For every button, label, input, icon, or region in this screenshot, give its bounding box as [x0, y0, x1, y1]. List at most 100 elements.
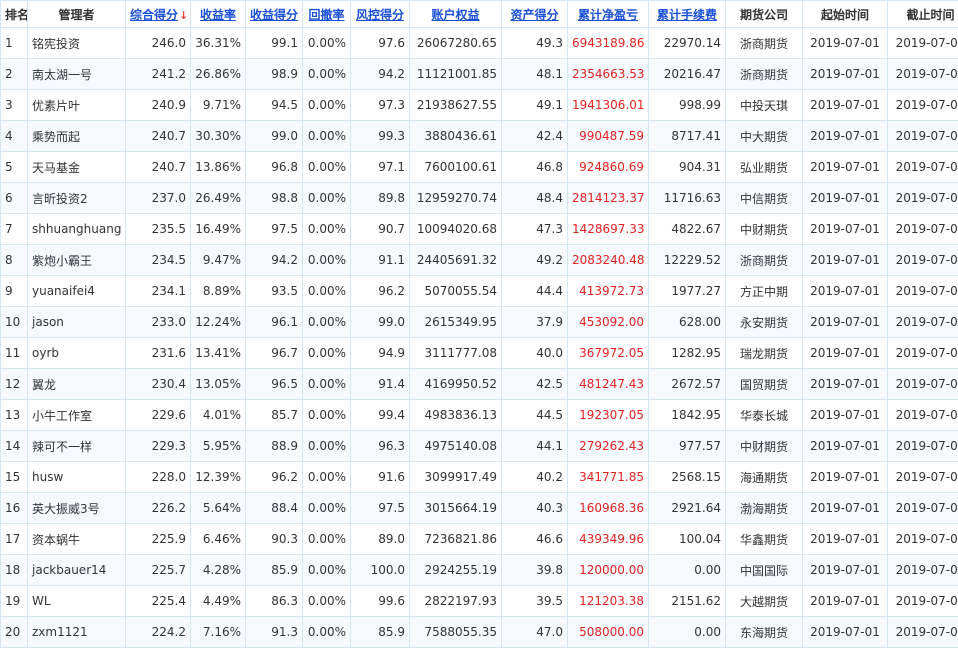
cell-total: 235.5	[125, 213, 191, 245]
table-row[interactable]: 18 jackbauer14 225.7 4.28% 85.9 0.00% 100.0 292…	[0, 554, 958, 586]
cell-fees: 8717.41	[648, 120, 726, 152]
cell-equity: 21938627.55	[409, 89, 502, 121]
table-row[interactable]: 2 南太湖一号 241.2 26.86% 98.9 0.00% 94.2 11121001.8…	[0, 58, 958, 90]
cell-risk_score: 89.0	[350, 523, 410, 555]
table-row[interactable]: 11 oyrb 231.6 13.41% 96.7 0.00% 94.9 3111777.08…	[0, 337, 958, 369]
cell-end: 2019-07-02	[887, 27, 958, 59]
cell-return_rate: 4.49%	[190, 585, 246, 617]
cell-return_score: 96.7	[245, 337, 303, 369]
cell-end: 2019-07-02	[887, 58, 958, 90]
cell-return_rate: 26.86%	[190, 58, 246, 90]
table-row[interactable]: 6 言昕投资2 237.0 26.49% 98.8 0.00% 89.8 12959270.7…	[0, 182, 958, 214]
table-header: 排名 管理者 综合得分↓ 收益率 收益得分 回撤率 风控得分 账户权益 资产得分 累计净盈亏 累计手…	[0, 0, 958, 28]
column-header-return_rate[interactable]: 收益率	[190, 0, 246, 28]
table-row[interactable]: 15 husw 228.0 12.39% 96.2 0.00% 91.6 3099917.49…	[0, 461, 958, 493]
table-row[interactable]: 8 紫炮小霸王 234.5 9.47% 94.2 0.00% 91.1 24405691.32…	[0, 244, 958, 276]
cell-equity: 2615349.95	[409, 306, 502, 338]
cell-fees: 628.00	[648, 306, 726, 338]
table-row[interactable]: 12 翼龙 230.4 13.05% 96.5 0.00% 91.4 4169950.52 42…	[0, 368, 958, 400]
cell-fees: 4822.67	[648, 213, 726, 245]
cell-rank: 5	[0, 151, 28, 183]
table-row[interactable]: 3 优素片叶 240.9 9.71% 94.5 0.00% 97.3 21938627.55 4…	[0, 89, 958, 121]
cell-manager: WL	[27, 585, 126, 617]
cell-end: 2019-07-02	[887, 523, 958, 555]
column-header-drawdown[interactable]: 回撤率	[302, 0, 351, 28]
table-row[interactable]: 20 zxm1121 224.2 7.16% 91.3 0.00% 85.9 7588055.…	[0, 616, 958, 648]
column-header-asset_score[interactable]: 资产得分	[501, 0, 568, 28]
cell-fees: 2151.62	[648, 585, 726, 617]
table-row[interactable]: 1 铭宪投资 246.0 36.31% 99.1 0.00% 97.6 26067280.65…	[0, 27, 958, 59]
column-header-label: 累计净盈亏	[577, 7, 638, 22]
cell-risk_score: 91.6	[350, 461, 410, 493]
cell-total: 240.9	[125, 89, 191, 121]
cell-rank: 9	[0, 275, 28, 307]
cell-risk_score: 96.3	[350, 430, 410, 462]
cell-manager: 英大振威3号	[27, 492, 126, 524]
cell-equity: 4983836.13	[409, 399, 502, 431]
cell-start: 2019-07-01	[802, 523, 888, 555]
table-row[interactable]: 14 辣可不一样 229.3 5.95% 88.9 0.00% 96.3 4975140.08…	[0, 430, 958, 462]
column-header-risk_score[interactable]: 风控得分	[350, 0, 410, 28]
cell-total: 224.2	[125, 616, 191, 648]
cell-risk_score: 96.2	[350, 275, 410, 307]
cell-equity: 7588055.35	[409, 616, 502, 648]
table-row[interactable]: 10 jason 233.0 12.24% 96.1 0.00% 99.0 2615349.9…	[0, 306, 958, 338]
cell-equity: 3880436.61	[409, 120, 502, 152]
cell-drawdown: 0.00%	[302, 523, 351, 555]
cell-rank: 15	[0, 461, 28, 493]
table-row[interactable]: 5 天马基金 240.7 13.86% 96.8 0.00% 97.1 7600100.61 4…	[0, 151, 958, 183]
table-row[interactable]: 16 英大振威3号 226.2 5.64% 88.4 0.00% 97.5 3015664.1…	[0, 492, 958, 524]
cell-start: 2019-07-01	[802, 58, 888, 90]
column-header-label: 收益得分	[250, 7, 299, 22]
cell-rank: 4	[0, 120, 28, 152]
cell-end: 2019-07-02	[887, 492, 958, 524]
cell-drawdown: 0.00%	[302, 244, 351, 276]
column-header-return_score[interactable]: 收益得分	[245, 0, 303, 28]
cell-equity: 7600100.61	[409, 151, 502, 183]
column-header-fees[interactable]: 累计手续费	[648, 0, 726, 28]
column-header-label: 起始时间	[820, 7, 869, 22]
table-row[interactable]: 4 乘势而起 240.7 30.30% 99.0 0.00% 99.3 3880436.61 4…	[0, 120, 958, 152]
table-row[interactable]: 19 WL 225.4 4.49% 86.3 0.00% 99.6 2822197.93 39.…	[0, 585, 958, 617]
sort-desc-icon[interactable]: ↓	[179, 9, 188, 22]
cell-return_score: 99.1	[245, 27, 303, 59]
cell-fees: 22970.14	[648, 27, 726, 59]
cell-broker: 方正中期	[725, 275, 803, 307]
cell-return_score: 93.5	[245, 275, 303, 307]
cell-rank: 17	[0, 523, 28, 555]
cell-return_score: 96.5	[245, 368, 303, 400]
table-row[interactable]: 17 资本蜗牛 225.9 6.46% 90.3 0.00% 89.0 7236821.86 4…	[0, 523, 958, 555]
cell-asset_score: 47.0	[501, 616, 568, 648]
cell-net_pnl: 2083240.48	[567, 244, 649, 276]
table-row[interactable]: 7 shhuanghuang 235.5 16.49% 97.5 0.00% 90.7 100…	[0, 213, 958, 245]
cell-return_rate: 9.71%	[190, 89, 246, 121]
cell-equity: 24405691.32	[409, 244, 502, 276]
column-header-label: 管理者	[58, 7, 95, 22]
cell-rank: 13	[0, 399, 28, 431]
cell-fees: 2672.57	[648, 368, 726, 400]
cell-drawdown: 0.00%	[302, 430, 351, 462]
cell-drawdown: 0.00%	[302, 399, 351, 431]
cell-risk_score: 91.1	[350, 244, 410, 276]
table-row[interactable]: 13 小牛工作室 229.6 4.01% 85.7 0.00% 99.4 4983836.13…	[0, 399, 958, 431]
column-header-net_pnl[interactable]: 累计净盈亏	[567, 0, 649, 28]
cell-start: 2019-07-01	[802, 89, 888, 121]
cell-manager: jackbauer14	[27, 554, 126, 586]
cell-fees: 11716.63	[648, 182, 726, 214]
cell-manager: yuanaifei4	[27, 275, 126, 307]
cell-broker: 弘业期货	[725, 151, 803, 183]
column-header-total[interactable]: 综合得分↓	[125, 0, 191, 28]
table-row[interactable]: 9 yuanaifei4 234.1 8.89% 93.5 0.00% 96.2 507005…	[0, 275, 958, 307]
column-header-equity[interactable]: 账户权益	[409, 0, 502, 28]
cell-net_pnl: 367972.05	[567, 337, 649, 369]
cell-return_score: 94.2	[245, 244, 303, 276]
column-header-label: 资产得分	[510, 7, 559, 22]
cell-net_pnl: 508000.00	[567, 616, 649, 648]
cell-start: 2019-07-01	[802, 27, 888, 59]
cell-total: 229.3	[125, 430, 191, 462]
cell-asset_score: 48.4	[501, 182, 568, 214]
cell-broker: 浙商期货	[725, 244, 803, 276]
cell-start: 2019-07-01	[802, 368, 888, 400]
column-header-label: 期货公司	[739, 7, 788, 22]
cell-risk_score: 90.7	[350, 213, 410, 245]
